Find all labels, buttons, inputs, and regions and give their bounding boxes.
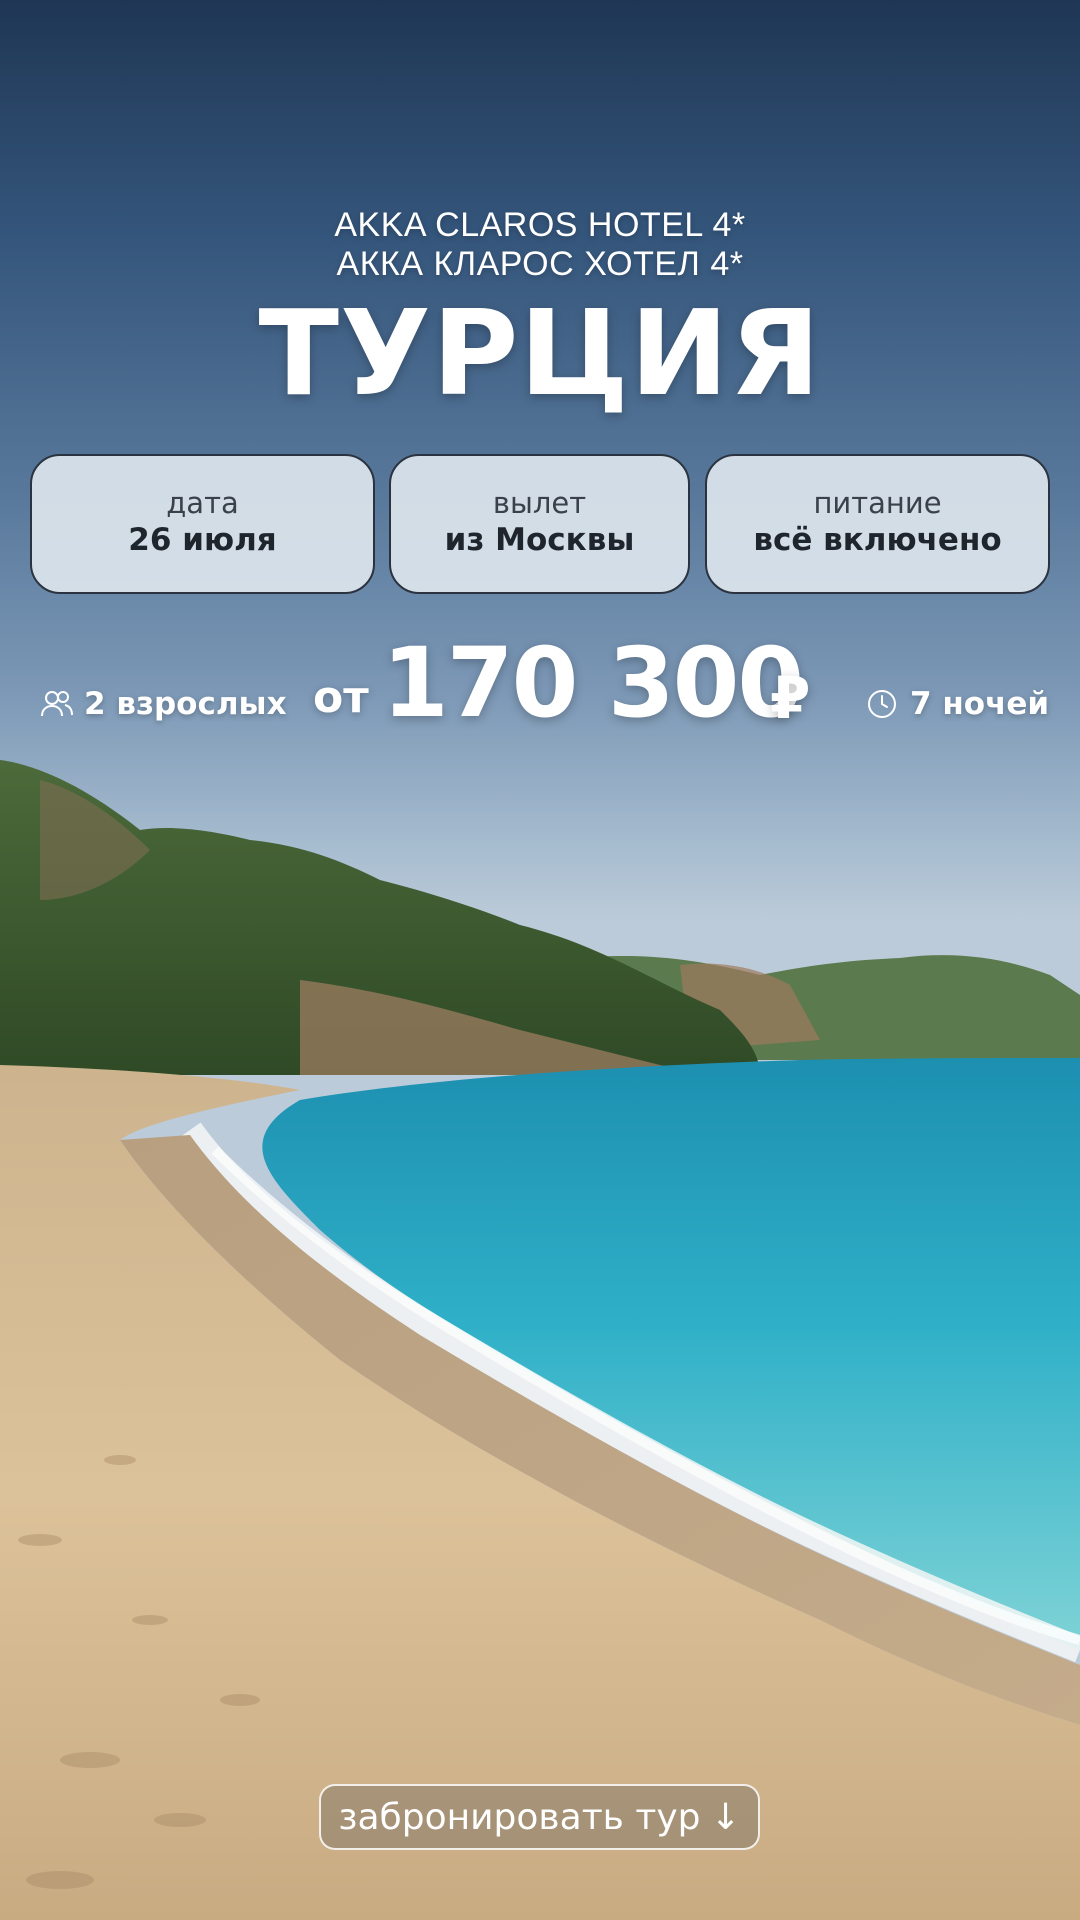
travelers-info: 2 взрослых [40, 686, 287, 722]
hotel-name-cyrillic: АККА КЛАРОС ХОТЕЛ 4* [336, 245, 744, 283]
price-prefix: от [313, 672, 369, 723]
tour-poster: AKKA CLAROS HOTEL 4* АККА КЛАРОС ХОТЕЛ 4… [0, 0, 1080, 1920]
book-tour-button[interactable]: забронировать тур ↓ [319, 1784, 760, 1850]
travelers-text: 2 взрослых [84, 686, 287, 722]
departure-card: вылет из Москвы [389, 454, 690, 594]
country-title: ТУРЦИЯ [258, 284, 822, 422]
arrow-down-icon: ↓ [710, 1796, 741, 1838]
meals-card: питание всё включено [705, 454, 1050, 594]
duration-text: 7 ночей [910, 686, 1050, 722]
clock-icon [866, 688, 898, 720]
date-label: дата [166, 486, 239, 520]
price-amount: 170 300 [382, 627, 804, 739]
departure-value: из Москвы [444, 522, 635, 558]
duration-info: 7 ночей [866, 686, 1049, 722]
date-value: 26 июля [128, 522, 277, 558]
meals-value: всё включено [753, 522, 1002, 558]
people-icon [40, 689, 74, 719]
hotel-name-latin: AKKA CLAROS HOTEL 4* [334, 206, 746, 244]
date-card: дата 26 июля [30, 454, 375, 594]
departure-label: вылет [492, 486, 587, 520]
book-tour-label: забронировать тур [338, 1796, 701, 1838]
meals-label: питание [813, 486, 942, 520]
price-currency: ₽ [770, 664, 811, 732]
